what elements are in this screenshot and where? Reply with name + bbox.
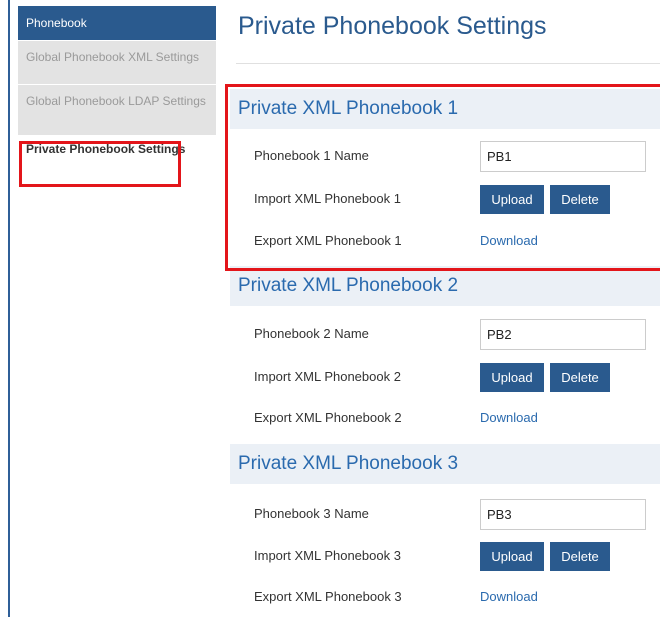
download-link[interactable]: Download	[480, 226, 538, 256]
export-row: Export XML Phonebook 3 Download	[254, 582, 654, 612]
export-row: Export XML Phonebook 2 Download	[254, 403, 654, 433]
phonebook-name-input[interactable]	[480, 319, 646, 350]
name-label: Phonebook 3 Name	[254, 506, 369, 521]
download-link[interactable]: Download	[480, 582, 538, 612]
section-title: Private XML Phonebook 3	[230, 444, 660, 484]
name-row: Phonebook 3 Name	[254, 499, 654, 530]
section-title: Private XML Phonebook 2	[230, 266, 660, 306]
section-phonebook-1: Private XML Phonebook 1 Phonebook 1 Name…	[230, 89, 660, 264]
sidebar-item-global-ldap[interactable]: Global Phonebook LDAP Settings	[18, 84, 216, 135]
delete-button[interactable]: Delete	[550, 542, 610, 571]
page-title: Private Phonebook Settings	[238, 12, 547, 40]
sidebar-item-global-xml[interactable]: Global Phonebook XML Settings	[18, 40, 216, 84]
import-row: Import XML Phonebook 1 Upload Delete	[254, 184, 654, 214]
sidebar: Phonebook Global Phonebook XML Settings …	[18, 6, 216, 175]
name-row: Phonebook 1 Name	[254, 141, 654, 172]
delete-button[interactable]: Delete	[550, 363, 610, 392]
section-title: Private XML Phonebook 1	[230, 89, 660, 129]
import-label: Import XML Phonebook 3	[254, 548, 401, 563]
download-link[interactable]: Download	[480, 403, 538, 433]
name-label: Phonebook 2 Name	[254, 326, 369, 341]
phonebook-name-input[interactable]	[480, 141, 646, 172]
section-phonebook-3: Private XML Phonebook 3 Phonebook 3 Name…	[230, 444, 660, 617]
import-row: Import XML Phonebook 2 Upload Delete	[254, 362, 654, 392]
title-divider	[236, 63, 660, 64]
upload-button[interactable]: Upload	[480, 185, 544, 214]
phonebook-name-input[interactable]	[480, 499, 646, 530]
import-row: Import XML Phonebook 3 Upload Delete	[254, 541, 654, 571]
export-label: Export XML Phonebook 3	[254, 589, 402, 604]
export-row: Export XML Phonebook 1 Download	[254, 226, 654, 256]
import-label: Import XML Phonebook 2	[254, 369, 401, 384]
name-row: Phonebook 2 Name	[254, 319, 654, 350]
sidebar-item-private-phonebook[interactable]: Private Phonebook Settings	[18, 135, 216, 175]
upload-button[interactable]: Upload	[480, 542, 544, 571]
section-phonebook-2: Private XML Phonebook 2 Phonebook 2 Name…	[230, 266, 660, 441]
sidebar-header[interactable]: Phonebook	[18, 6, 216, 40]
import-label: Import XML Phonebook 1	[254, 191, 401, 206]
export-label: Export XML Phonebook 2	[254, 410, 402, 425]
name-label: Phonebook 1 Name	[254, 148, 369, 163]
export-label: Export XML Phonebook 1	[254, 233, 402, 248]
delete-button[interactable]: Delete	[550, 185, 610, 214]
left-border-line	[8, 0, 10, 617]
upload-button[interactable]: Upload	[480, 363, 544, 392]
